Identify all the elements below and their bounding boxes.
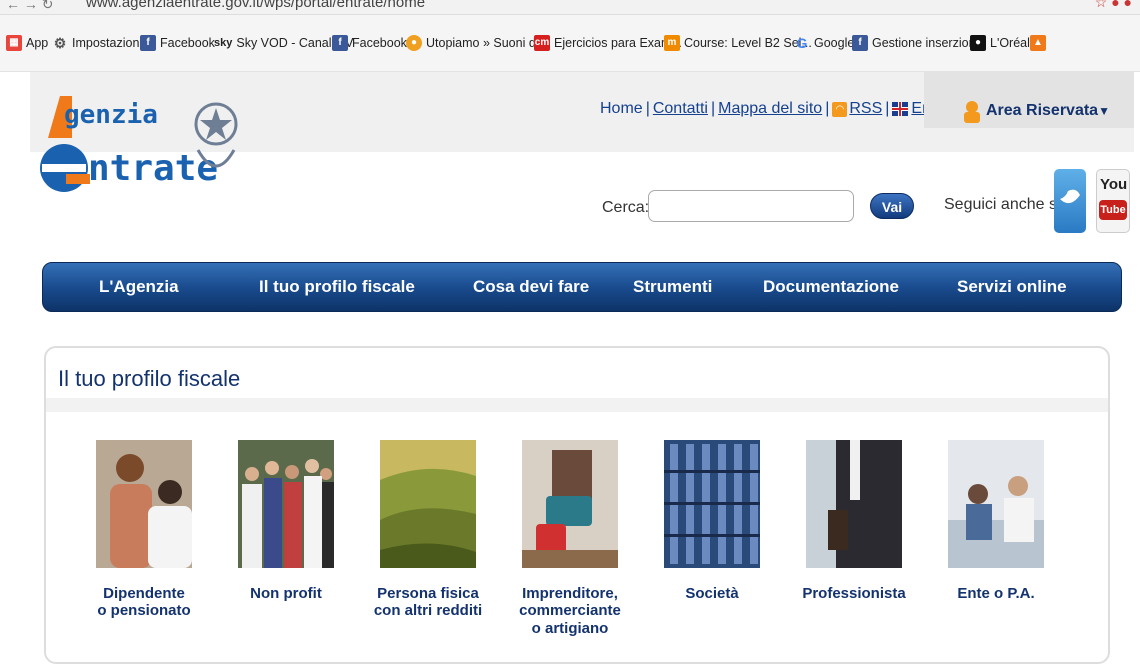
- profile-card-imprenditore[interactable]: Imprenditore, commerciante o artigiano: [510, 440, 630, 637]
- profilo-fiscale-panel: Il tuo profilo fiscale Dipendente o pens…: [44, 346, 1110, 664]
- nav-item-profilo-fiscale[interactable]: Il tuo profilo fiscale: [259, 277, 415, 297]
- link-separator: |: [645, 100, 650, 117]
- bookmark-utopiamo[interactable]: ● Utopiamo » Suoni d...: [406, 35, 546, 51]
- card-label: Persona fisica con altri redditi: [373, 585, 483, 620]
- bookmark-app[interactable]: ▦ App: [6, 35, 48, 51]
- link-home[interactable]: Home: [600, 100, 643, 118]
- bookmark-impostazioni[interactable]: ⚙ Impostazioni: [52, 35, 142, 51]
- photo-professionista: [806, 440, 902, 568]
- facebook-icon: f: [140, 35, 156, 51]
- nav-item-strumenti[interactable]: Strumenti: [633, 277, 712, 297]
- profile-card-dipendente[interactable]: Dipendente o pensionato: [84, 440, 204, 620]
- search-submit-button[interactable]: Vai: [870, 193, 914, 219]
- link-separator: |: [825, 100, 830, 117]
- user-lock-icon: [964, 101, 980, 123]
- google-icon: G: [796, 35, 808, 51]
- logo-line-agenzia: genzia: [64, 100, 158, 130]
- card-label: Dipendente o pensionato: [97, 585, 191, 620]
- nav-item-servizi-online[interactable]: Servizi online: [957, 277, 1067, 297]
- link-rss[interactable]: RSS: [849, 100, 882, 118]
- uk-flag-icon: [892, 102, 909, 116]
- rss-icon: ◠: [832, 101, 848, 117]
- main-nav-bar: L'Agenzia Il tuo profilo fiscale Cosa de…: [42, 262, 1122, 312]
- header-links: Home | Contatti | Mappa del sito | ◠ RSS…: [600, 100, 964, 118]
- logo-e-mark-icon: [40, 144, 90, 192]
- url-field[interactable]: www.agenziaentrate.gov.it/wps/portal/ent…: [86, 0, 425, 11]
- profile-card-professionista[interactable]: Professionista: [794, 440, 914, 602]
- twitter-button[interactable]: [1054, 169, 1086, 233]
- agenzia-entrate-site: genzia ntrate Home | Contatti | Mappa de…: [30, 72, 1134, 666]
- youtube-button[interactable]: You Tube: [1096, 169, 1130, 233]
- loreal-icon: ●: [970, 35, 986, 51]
- nav-item-documentazione[interactable]: Documentazione: [763, 277, 899, 297]
- nav-item-cosa-devi-fare[interactable]: Cosa devi fare: [473, 277, 589, 297]
- youtube-tube-text: Tube: [1099, 200, 1127, 220]
- photo-persona-fisica: [380, 440, 476, 568]
- bookmark-extra[interactable]: ▲: [1030, 35, 1050, 51]
- link-separator: |: [710, 100, 716, 117]
- bookmark-facebook-2[interactable]: f Facebook: [332, 35, 407, 51]
- browser-address-bar: ← → ↻ www.agenziaentrate.gov.it/wps/port…: [0, 0, 1140, 15]
- apps-grid-icon: ▦: [6, 35, 22, 51]
- card-label: Professionista: [802, 585, 906, 602]
- profile-card-non-profit[interactable]: Non profit: [226, 440, 346, 602]
- browser-nav-arrows-icon[interactable]: ← → ↻: [6, 0, 54, 13]
- extensions-icon[interactable]: ☆ ● ●: [1095, 0, 1132, 11]
- bookmark-ejercicios[interactable]: cm Ejercicios para Exam...: [534, 35, 682, 51]
- photo-non-profit: [238, 440, 334, 568]
- photo-imprenditore: [522, 440, 618, 568]
- panel-title: Il tuo profilo fiscale: [58, 366, 241, 391]
- card-label: Società: [685, 585, 739, 602]
- photo-ente-pa: [948, 440, 1044, 568]
- cm-icon: cm: [534, 35, 550, 51]
- facebook-icon: f: [852, 35, 868, 51]
- bookmarks-bar: ▦ App ⚙ Impostazioni f Facebook sky Sky VOD …: [0, 15, 1140, 72]
- utopiamo-icon: ●: [406, 35, 422, 51]
- moodle-icon: m: [664, 35, 680, 51]
- bookmark-course[interactable]: m Course: Level B2 Sel...: [664, 35, 812, 51]
- facebook-icon: f: [332, 35, 348, 51]
- chevron-down-icon: ▼: [1098, 104, 1110, 118]
- twitter-bird-icon: [1060, 189, 1080, 204]
- follow-us-label: Seguici anche su:: [944, 196, 1071, 213]
- profile-card-societa[interactable]: Società: [652, 440, 772, 602]
- area-riservata-button[interactable]: Area Riservata▼: [924, 72, 1134, 128]
- card-label: Imprenditore, commerciante o artigiano: [519, 585, 621, 637]
- panel-divider: [46, 398, 1108, 412]
- card-label: Non profit: [250, 585, 322, 602]
- bookmark-gestione[interactable]: f Gestione inserzioni: [852, 35, 978, 51]
- bookmark-loreal[interactable]: ● L'Oréal: [970, 35, 1030, 51]
- bookmark-google[interactable]: G Google: [794, 35, 855, 51]
- photo-dipendente: [96, 440, 192, 568]
- bookmark-facebook-1[interactable]: f Facebook: [140, 35, 215, 51]
- state-emblem-icon: [194, 102, 238, 168]
- profile-card-persona-fisica[interactable]: Persona fisica con altri redditi: [368, 440, 488, 620]
- link-mappa-del-sito[interactable]: Mappa del sito: [718, 100, 822, 118]
- gear-icon: ⚙: [53, 35, 67, 51]
- card-label: Ente o P.A.: [957, 585, 1035, 602]
- photo-societa: [664, 440, 760, 568]
- sky-icon: sky: [214, 37, 233, 49]
- youtube-you-text: You: [1100, 176, 1128, 193]
- bookmark-orange-icon: ▲: [1030, 35, 1046, 51]
- search-input[interactable]: [648, 190, 854, 222]
- link-separator: |: [885, 100, 890, 117]
- profile-card-ente-pa[interactable]: Ente o P.A.: [936, 440, 1056, 602]
- area-riservata-label: Area Riservata: [986, 102, 1099, 119]
- agenzia-entrate-logo[interactable]: genzia ntrate: [36, 90, 246, 198]
- search-label: Cerca:: [602, 199, 650, 216]
- nav-item-agenzia[interactable]: L'Agenzia: [99, 277, 179, 297]
- link-contatti[interactable]: Contatti: [653, 100, 708, 118]
